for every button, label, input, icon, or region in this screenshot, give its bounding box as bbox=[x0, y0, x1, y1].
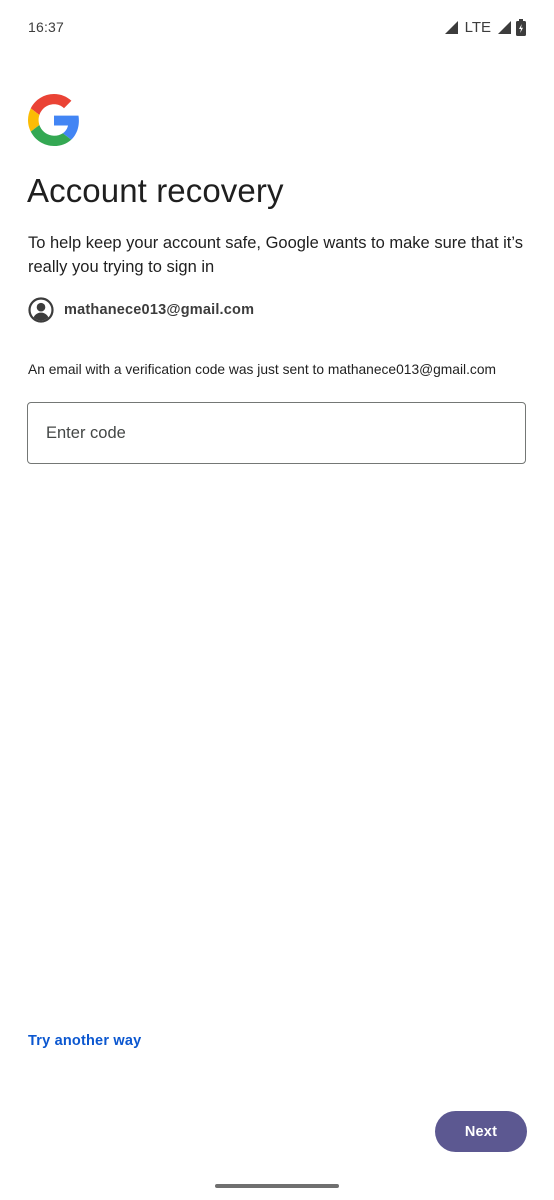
google-g-icon bbox=[28, 94, 79, 146]
status-bar: 16:37 LTE bbox=[0, 0, 554, 56]
signal-icon bbox=[498, 20, 511, 34]
account-chip: mathanece013@gmail.com bbox=[28, 297, 254, 323]
verification-message: An email with a verification code was ju… bbox=[28, 362, 496, 377]
status-time: 16:37 bbox=[28, 19, 65, 35]
next-button[interactable]: Next bbox=[435, 1111, 527, 1152]
account-email: mathanece013@gmail.com bbox=[64, 302, 255, 318]
page-title: Account recovery bbox=[27, 172, 284, 209]
account-circle-icon bbox=[28, 297, 54, 323]
code-field bbox=[27, 402, 526, 464]
intro-text: To help keep your account safe, Google w… bbox=[28, 234, 523, 276]
battery-icon bbox=[516, 18, 526, 36]
code-input[interactable] bbox=[28, 403, 525, 463]
try-another-way-link[interactable]: Try another way bbox=[28, 1033, 141, 1049]
network-type-label: LTE bbox=[464, 18, 491, 36]
home-indicator bbox=[215, 1184, 339, 1188]
status-icons: LTE bbox=[444, 17, 526, 37]
signal-icon bbox=[444, 20, 458, 34]
